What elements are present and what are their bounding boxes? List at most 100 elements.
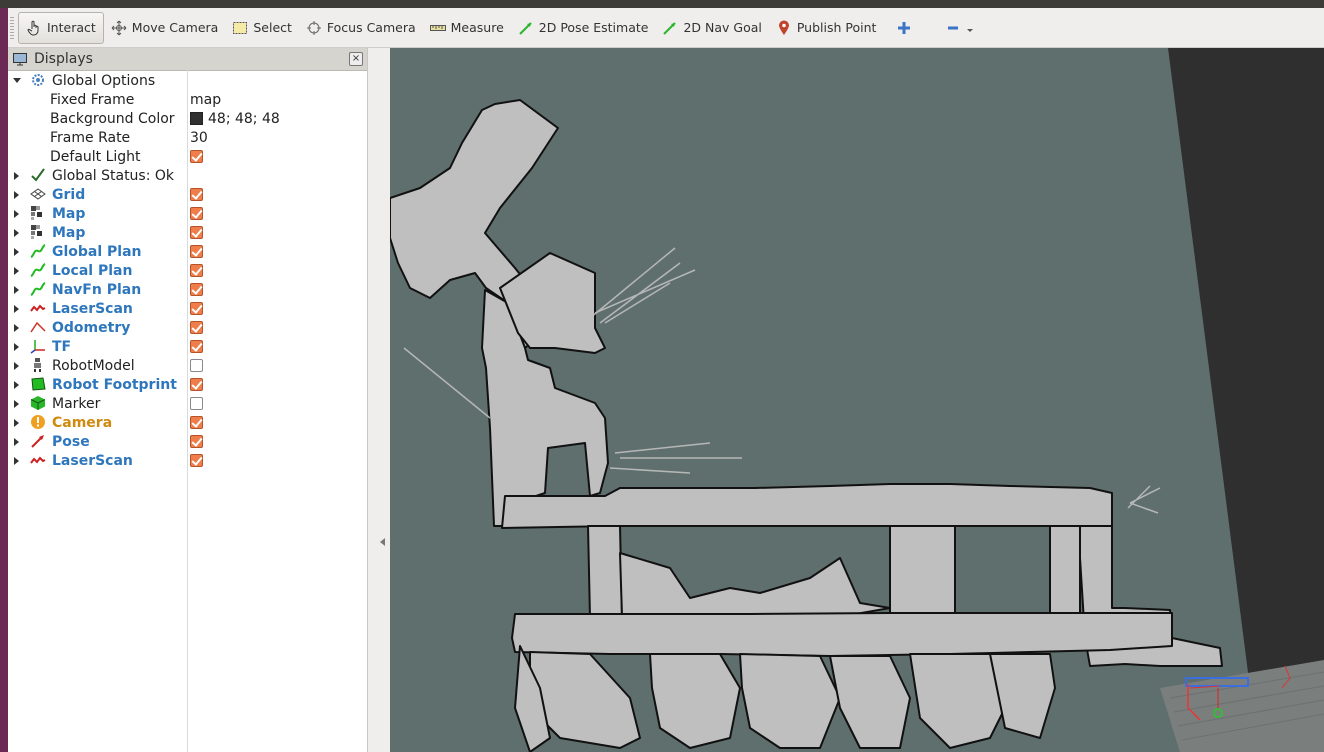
expand-arrow-icon[interactable] [14,400,19,408]
display-enabled-toggle[interactable] [190,226,203,239]
tool-measure[interactable]: Measure [423,12,511,44]
expand-arrow-icon[interactable] [14,362,19,370]
tool-interact[interactable]: Interact [18,11,104,44]
collapse-arrow-icon[interactable] [380,538,385,546]
display-enabled-toggle[interactable] [190,397,203,410]
tools-toolbar: Interact Move Camera Select Focus Camera… [8,8,1324,48]
checkbox[interactable] [190,321,203,334]
default-light-checkbox[interactable] [190,150,203,163]
display-row-pose[interactable]: Pose [8,432,367,451]
display-enabled-toggle[interactable] [190,321,203,334]
path-icon [30,262,46,278]
close-panel-button[interactable]: × [349,52,363,66]
expand-arrow-icon[interactable] [14,172,19,180]
expand-arrow-icon[interactable] [14,286,19,294]
display-enabled-toggle[interactable] [190,435,203,448]
checkbox[interactable] [190,340,203,353]
display-enabled-toggle[interactable] [190,359,203,372]
add-tool-button[interactable] [889,12,924,44]
display-enabled-toggle[interactable] [190,188,203,201]
display-row-grid[interactable]: Grid [8,185,367,204]
property-default-light[interactable]: Default Light [8,147,367,166]
checkbox[interactable] [190,416,203,429]
fixed-frame-value[interactable]: map [190,92,221,108]
occupancy-map [390,99,1223,752]
property-fixed-frame[interactable]: Fixed Frame map [8,90,367,109]
checkbox[interactable] [190,397,203,410]
checkbox[interactable] [190,245,203,258]
display-enabled-toggle[interactable] [190,264,203,277]
display-row-robotmodel[interactable]: RobotModel [8,356,367,375]
display-enabled-toggle[interactable] [190,245,203,258]
display-row-local-plan[interactable]: Local Plan [8,261,367,280]
expand-arrow-icon[interactable] [14,191,19,199]
frame-rate-value[interactable]: 30 [190,130,208,146]
display-row-laserscan[interactable]: LaserScan [8,451,367,470]
expand-arrow-icon[interactable] [14,210,19,218]
tree-row-global-status[interactable]: Global Status: Ok [8,166,367,185]
display-enabled-toggle[interactable] [190,378,203,391]
display-row-camera[interactable]: Camera [8,413,367,432]
tool-2d-pose-estimate[interactable]: 2D Pose Estimate [511,12,656,44]
expand-arrow-icon[interactable] [14,305,19,313]
3d-viewport[interactable] [390,48,1324,752]
display-row-robot-footprint[interactable]: Robot Footprint [8,375,367,394]
property-frame-rate[interactable]: Frame Rate 30 [8,128,367,147]
display-enabled-toggle[interactable] [190,207,203,220]
display-row-navfn-plan[interactable]: NavFn Plan [8,280,367,299]
display-enabled-toggle[interactable] [190,283,203,296]
expand-arrow-icon[interactable] [14,248,19,256]
display-enabled-toggle[interactable] [190,454,203,467]
expand-arrow-icon[interactable] [14,267,19,275]
display-row-laserscan[interactable]: LaserScan [8,299,367,318]
property-background-color[interactable]: Background Color 48; 48; 48 [8,109,367,128]
background-color-value[interactable]: 48; 48; 48 [190,111,280,127]
checkbox[interactable] [190,359,203,372]
display-enabled-toggle[interactable] [190,416,203,429]
display-enabled-toggle[interactable] [190,340,203,353]
checkbox[interactable] [190,226,203,239]
tool-2d-nav-goal[interactable]: 2D Nav Goal [655,12,768,44]
checkbox[interactable] [190,207,203,220]
checkbox[interactable] [190,150,203,163]
display-row-tf[interactable]: TF [8,337,367,356]
tool-select[interactable]: Select [225,12,299,44]
checkbox[interactable] [190,454,203,467]
remove-tool-button[interactable] [938,12,981,44]
display-label: Map [52,224,86,241]
checkbox[interactable] [190,264,203,277]
expand-arrow-icon[interactable] [14,324,19,332]
display-row-global-plan[interactable]: Global Plan [8,242,367,261]
odometry-icon [30,319,46,335]
tool-label: Measure [450,20,504,35]
display-enabled-toggle[interactable] [190,302,203,315]
display-label: Local Plan [52,262,133,279]
expand-arrow-icon[interactable] [14,457,19,465]
panel-collapse-handle[interactable] [368,48,390,752]
expand-arrow-icon[interactable] [13,78,21,83]
display-row-map[interactable]: Map [8,223,367,242]
checkbox[interactable] [190,435,203,448]
toolbar-grip[interactable] [10,16,14,39]
display-row-marker[interactable]: Marker [8,394,367,413]
checkbox[interactable] [190,283,203,296]
plus-icon [896,20,912,36]
tree-row-global-options[interactable]: Global Options [8,71,367,90]
expand-arrow-icon[interactable] [14,343,19,351]
display-row-odometry[interactable]: Odometry [8,318,367,337]
expand-arrow-icon[interactable] [14,419,19,427]
checkbox[interactable] [190,302,203,315]
expand-arrow-icon[interactable] [14,229,19,237]
expand-arrow-icon[interactable] [14,381,19,389]
tool-focus-camera[interactable]: Focus Camera [299,12,423,44]
expand-arrow-icon[interactable] [14,438,19,446]
checkbox[interactable] [190,378,203,391]
focus-camera-icon [306,20,322,36]
checkbox[interactable] [190,188,203,201]
display-row-map[interactable]: Map [8,204,367,223]
tool-label: Publish Point [796,20,877,35]
tool-publish-point[interactable]: Publish Point [769,12,884,44]
minus-icon [945,20,961,36]
tool-move-camera[interactable]: Move Camera [104,12,226,44]
gear-icon [30,72,46,88]
